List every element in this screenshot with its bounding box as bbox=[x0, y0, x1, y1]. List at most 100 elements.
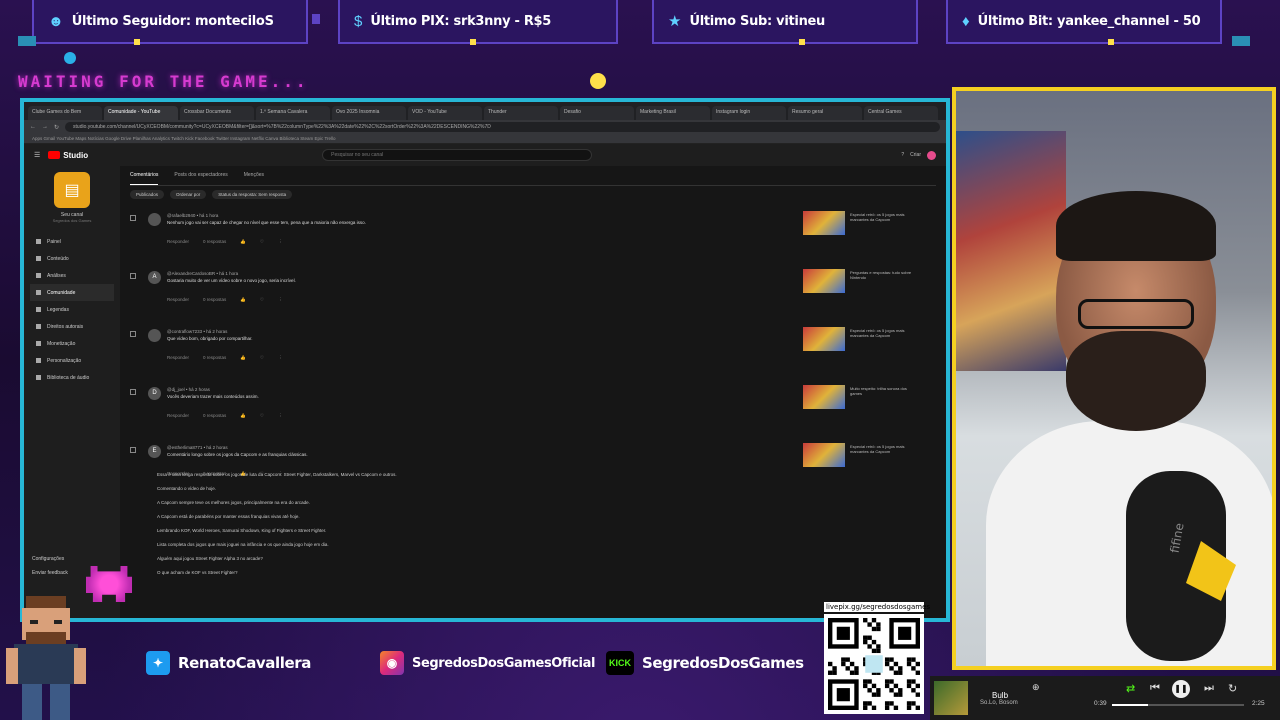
nav-label: Legendas bbox=[47, 306, 69, 313]
browser-tab[interactable]: Crossbar Documents bbox=[180, 106, 254, 120]
comment-avatar[interactable] bbox=[148, 213, 161, 226]
nav-item[interactable]: Comunidade bbox=[30, 284, 114, 301]
nav-icon bbox=[36, 358, 41, 363]
heart-icon[interactable]: ♡ bbox=[260, 239, 264, 245]
address-field[interactable]: studio.youtube.com/channel/UCyXCEOBM/com… bbox=[65, 122, 940, 132]
filter-chip[interactable]: Publicados bbox=[130, 190, 165, 199]
video-thumbnail[interactable] bbox=[803, 443, 845, 467]
reply-button[interactable]: Responder bbox=[167, 297, 189, 303]
browser-tab[interactable]: Resumo geral bbox=[788, 106, 862, 120]
alert-bit-text: Último Bit: yankee_channel - 50 bbox=[977, 13, 1201, 29]
next-icon[interactable]: ⏭ bbox=[1204, 682, 1214, 695]
comment-text: Vocês deveriam trazer mais conteúdos ass… bbox=[167, 394, 259, 399]
like-icon[interactable]: 👍 bbox=[240, 297, 246, 303]
channel-avatar[interactable]: ▤ bbox=[54, 172, 90, 208]
account-avatar[interactable] bbox=[927, 150, 936, 160]
more-icon[interactable]: ⋮ bbox=[278, 413, 283, 419]
nav-item[interactable]: Direitos autorais bbox=[30, 318, 114, 335]
replies-count[interactable]: 0 respostas bbox=[203, 297, 226, 303]
settings-link[interactable]: Configurações bbox=[32, 556, 64, 562]
like-icon[interactable]: 👍 bbox=[240, 413, 246, 419]
nav-item[interactable]: Monetização bbox=[30, 335, 114, 352]
filter-chip[interactable]: Ordenar por bbox=[170, 190, 207, 199]
community-tab[interactable]: Comentários bbox=[130, 172, 159, 185]
nav-item[interactable]: Personalização bbox=[30, 352, 114, 369]
pause-button[interactable]: ❚❚ bbox=[1172, 680, 1190, 698]
browser-tab[interactable]: 1.º Semana Cavalera bbox=[256, 106, 330, 120]
nav-icon bbox=[36, 273, 41, 278]
nav-item[interactable]: Biblioteca de áudio bbox=[30, 369, 114, 386]
video-title[interactable]: Especial retrô: os 5 jogos mais marcante… bbox=[850, 444, 914, 454]
previous-icon[interactable]: ⏮ bbox=[1150, 682, 1160, 695]
nav-icon bbox=[36, 256, 41, 261]
comment-checkbox[interactable] bbox=[130, 389, 136, 395]
progress-bar[interactable] bbox=[1112, 704, 1244, 706]
video-title[interactable]: Muito respeito: trilha sonora dos games bbox=[850, 386, 914, 396]
nav-item[interactable]: Legendas bbox=[30, 301, 114, 318]
comment-avatar[interactable]: A bbox=[148, 271, 161, 284]
heart-icon[interactable]: ♡ bbox=[260, 355, 264, 361]
nav-item[interactable]: Conteúdo bbox=[30, 250, 114, 267]
more-icon[interactable]: ⋮ bbox=[278, 239, 283, 245]
like-icon[interactable]: 👍 bbox=[240, 355, 246, 361]
studio-search-input[interactable]: Pesquisar no seu canal bbox=[322, 149, 593, 161]
reply-button[interactable]: Responder bbox=[167, 413, 189, 419]
browser-tab[interactable]: Clube Games do Bem bbox=[28, 106, 102, 120]
browser-tab[interactable]: Ovo 2025 Insomnia bbox=[332, 106, 406, 120]
comment-checkbox[interactable] bbox=[130, 215, 136, 221]
filter-chip[interactable]: Status da resposta: Sem resposta bbox=[212, 190, 293, 199]
forward-icon[interactable]: → bbox=[42, 124, 48, 130]
community-tab[interactable]: Menções bbox=[244, 172, 264, 185]
long-comment-line: O que acham de KOF vs Street Fighter? bbox=[157, 570, 238, 575]
video-title[interactable]: Perguntas e respostas: tudo sobre Ninten… bbox=[850, 270, 914, 280]
comment-checkbox[interactable] bbox=[130, 331, 136, 337]
comment-avatar[interactable]: D bbox=[148, 387, 161, 400]
more-icon[interactable]: ⋮ bbox=[278, 355, 283, 361]
nav-item[interactable]: Painel bbox=[30, 233, 114, 250]
comment-avatar[interactable]: E bbox=[148, 445, 161, 458]
browser-tab[interactable]: Desafio bbox=[560, 106, 634, 120]
comment-text: Que vídeo bom, obrigado por compartilhar… bbox=[167, 336, 253, 341]
browser-tab[interactable]: Thunder bbox=[484, 106, 558, 120]
video-thumbnail[interactable] bbox=[803, 211, 845, 235]
replies-count[interactable]: 0 respostas bbox=[203, 239, 226, 245]
decor-pixel bbox=[1232, 36, 1250, 46]
comment-checkbox[interactable] bbox=[130, 273, 136, 279]
browser-tab[interactable]: Instagram login bbox=[712, 106, 786, 120]
alert-pix-text: Último PIX: srk3nny - R$5 bbox=[370, 13, 552, 29]
feedback-link[interactable]: Enviar feedback bbox=[32, 570, 68, 576]
comment-text: Comentário longo sobre os jogos da Capco… bbox=[167, 452, 308, 457]
like-icon[interactable]: 👍 bbox=[240, 239, 246, 245]
studio-logo[interactable]: Studio bbox=[48, 151, 88, 160]
more-icon[interactable]: ⋮ bbox=[278, 297, 283, 303]
replies-count[interactable]: 0 respostas bbox=[203, 413, 226, 419]
video-title[interactable]: Especial retrô: os 5 jogos mais marcante… bbox=[850, 328, 914, 338]
repeat-icon[interactable]: ↻ bbox=[1228, 682, 1237, 695]
heart-icon[interactable]: ♡ bbox=[260, 413, 264, 419]
nav-item[interactable]: Análises bbox=[30, 267, 114, 284]
browser-capture: Clube Games do Bem Comunidade - YouTube Cr… bbox=[20, 98, 950, 622]
shuffle-icon[interactable]: ⇄ bbox=[1126, 682, 1135, 695]
browser-tab[interactable]: Central Games bbox=[864, 106, 938, 120]
heart-icon[interactable]: ♡ bbox=[260, 297, 264, 303]
replies-count[interactable]: 0 respostas bbox=[203, 355, 226, 361]
browser-tab[interactable]: Comunidade - YouTube bbox=[104, 106, 178, 120]
video-thumbnail[interactable] bbox=[803, 327, 845, 351]
browser-tab[interactable]: VOD - YouTube bbox=[408, 106, 482, 120]
video-thumbnail[interactable] bbox=[803, 385, 845, 409]
comment-avatar[interactable] bbox=[148, 329, 161, 342]
help-icon[interactable]: ? bbox=[901, 152, 904, 158]
browser-tab[interactable]: Marketing Brasil bbox=[636, 106, 710, 120]
back-icon[interactable]: ← bbox=[30, 124, 36, 130]
reply-button[interactable]: Responder bbox=[167, 355, 189, 361]
community-tab[interactable]: Posts dos espectadores bbox=[174, 172, 227, 185]
menu-icon[interactable]: ☰ bbox=[34, 151, 40, 159]
alert-sub: ★ Último Sub: vitineu bbox=[652, 0, 918, 45]
video-thumbnail[interactable] bbox=[803, 269, 845, 293]
create-button[interactable]: Criar bbox=[910, 152, 921, 158]
reload-icon[interactable]: ↻ bbox=[54, 124, 59, 131]
add-icon[interactable]: ⊕ bbox=[1032, 682, 1040, 693]
video-title[interactable]: Especial retrô: os 5 jogos mais marcante… bbox=[850, 212, 914, 222]
reply-button[interactable]: Responder bbox=[167, 239, 189, 245]
comment-checkbox[interactable] bbox=[130, 447, 136, 453]
